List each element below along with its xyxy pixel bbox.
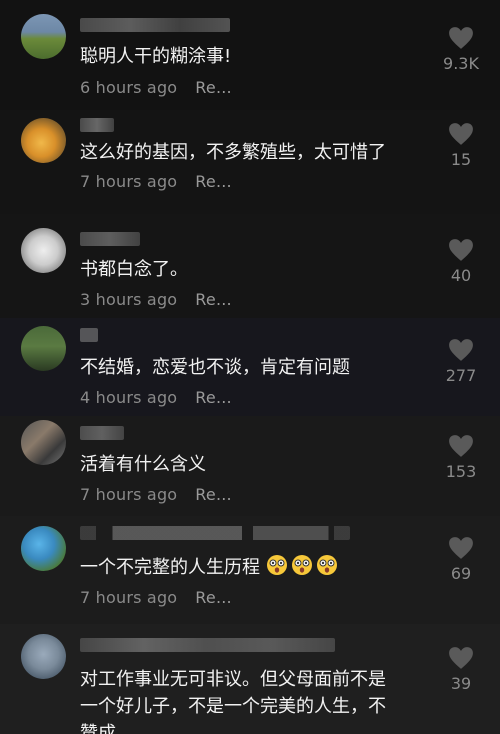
comment-time: 6 hours ago [80,78,178,97]
astonished-emoji-icon [316,555,337,575]
comment-meta: 6 hours ago Re... [80,78,232,97]
reply-button[interactable]: Re... [195,290,232,309]
reply-button[interactable]: Re... [195,588,232,607]
like-button[interactable]: 15 [436,122,486,169]
comment-meta: 7 hours ago Re... [80,172,232,191]
avatar[interactable] [21,420,66,465]
like-button[interactable]: 277 [436,338,486,385]
avatar[interactable] [21,14,66,59]
comment-time: 7 hours ago [80,588,178,607]
comment-text: 活着有什么含义 [80,454,206,475]
comment-item: 对工作事业无可非议。但父母面前不是 一个好儿子，不是一个完美的人生，不 赞成 3… [0,624,500,734]
like-count: 15 [450,150,472,169]
username-blurred[interactable] [80,18,230,32]
avatar[interactable] [21,526,66,571]
comment-text: 一个不完整的人生历程 [80,554,440,580]
comment-time: 7 hours ago [80,172,178,191]
like-count: 277 [445,366,477,385]
avatar[interactable] [21,228,66,273]
heart-icon [449,27,473,49]
heart-icon [449,239,473,261]
comment-time: 3 hours ago [80,290,178,309]
heart-icon [449,123,473,145]
reply-button[interactable]: Re... [195,172,232,191]
comment-time: 4 hours ago [80,388,178,407]
comment-item: 书都白念了。 3 hours ago Re... 40 [0,214,500,318]
reply-button[interactable]: Re... [195,388,232,407]
like-button[interactable]: 69 [436,536,486,583]
heart-icon [449,537,473,559]
like-count: 9.3K [443,54,479,73]
like-button[interactable]: 153 [436,434,486,481]
reply-button[interactable]: Re... [195,78,232,97]
comment-item: 活着有什么含义 7 hours ago Re... 153 [0,416,500,516]
avatar[interactable] [21,634,66,679]
comment-text: 这么好的基因，不多繁殖些，太可惜了 [80,142,386,163]
comment-item: 一个不完整的人生历程 7 hours ago Re... 69 [0,516,500,624]
heart-icon [449,647,473,669]
username-blurred[interactable] [80,526,350,540]
comment-text: 不结婚，恋爱也不谈，肯定有问题 [80,357,350,378]
like-button[interactable]: 39 [436,646,486,693]
like-count: 153 [445,462,477,481]
like-button[interactable]: 40 [436,238,486,285]
comment-text-content: 一个不完整的人生历程 [80,557,260,578]
avatar[interactable] [21,118,66,163]
username-blurred[interactable] [80,232,140,246]
reply-button[interactable]: Re... [195,485,232,504]
like-button[interactable]: 9.3K [436,26,486,73]
like-count: 69 [450,564,472,583]
like-count: 39 [450,674,472,693]
comment-text: 对工作事业无可非议。但父母面前不是 一个好儿子，不是一个完美的人生，不 赞成 [80,669,386,734]
comment-time: 7 hours ago [80,485,178,504]
comment-text: 聪明人干的糊涂事! [80,46,232,67]
heart-icon [449,339,473,361]
astonished-emoji-icon [291,555,312,575]
username-blurred[interactable] [80,328,98,342]
username-blurred[interactable] [80,638,335,652]
comment-item: 聪明人干的糊涂事! 6 hours ago Re... 9.3K [0,0,500,110]
comment-item: 不结婚，恋爱也不谈，肯定有问题 4 hours ago Re... 277 [0,318,500,416]
comment-meta: 7 hours ago Re... [80,485,232,504]
avatar[interactable] [21,326,66,371]
astonished-emoji-icon [266,555,287,575]
comment-meta: 3 hours ago Re... [80,290,232,309]
username-blurred[interactable] [80,426,124,440]
comment-text: 书都白念了。 [80,259,188,280]
comment-meta: 4 hours ago Re... [80,388,232,407]
like-count: 40 [450,266,472,285]
comment-item: 这么好的基因，不多繁殖些，太可惜了 7 hours ago Re... 15 [0,110,500,214]
comment-meta: 7 hours ago Re... [80,588,232,607]
heart-icon [449,435,473,457]
username-blurred[interactable] [80,118,114,132]
